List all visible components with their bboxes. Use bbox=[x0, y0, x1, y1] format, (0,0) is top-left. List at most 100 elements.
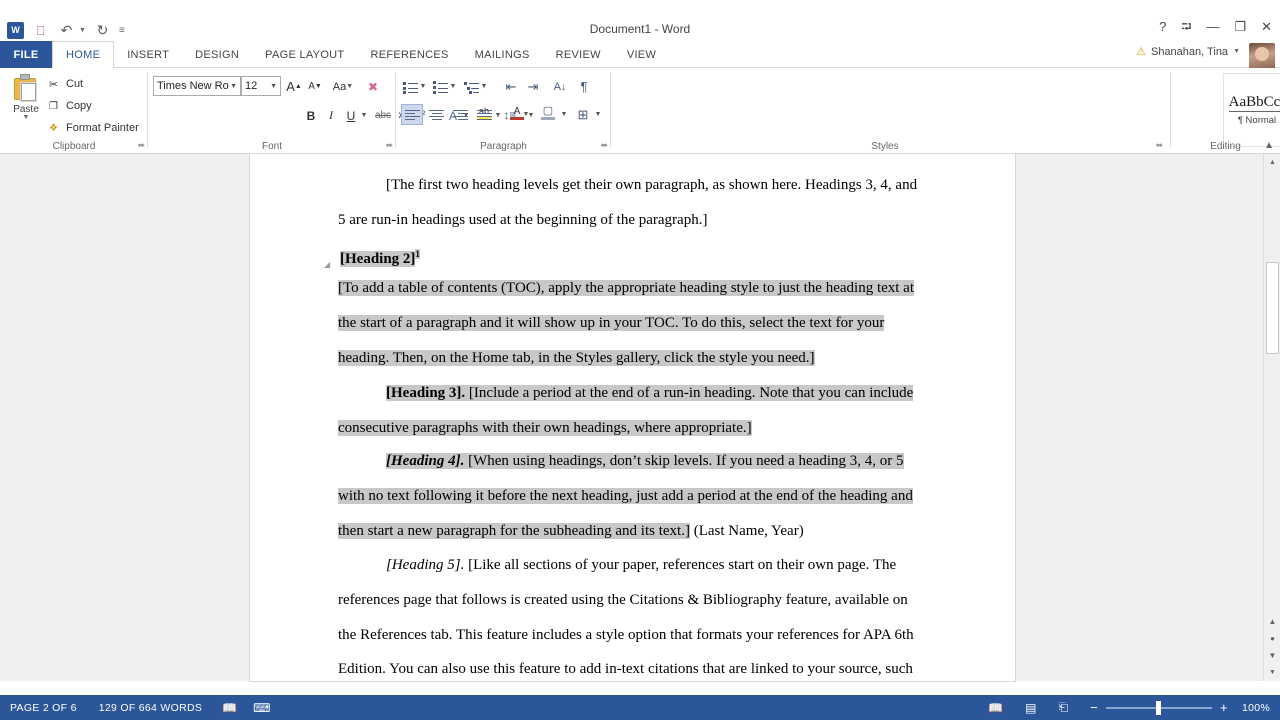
tab-view[interactable]: VIEW bbox=[614, 41, 669, 68]
borders-button[interactable]: ⊞ bbox=[573, 104, 593, 125]
user-account-chip[interactable]: ⚠ Shanahan, Tina ▼ bbox=[1136, 45, 1240, 59]
language-indicator-icon[interactable]: ⌨ bbox=[253, 701, 270, 715]
tab-file[interactable]: FILE bbox=[0, 41, 52, 68]
zoom-thumb[interactable] bbox=[1156, 700, 1162, 715]
font-name-caret-icon[interactable]: ▼ bbox=[230, 83, 237, 90]
clipboard-dialog-launcher-icon[interactable]: ⬌ bbox=[137, 140, 145, 151]
show-formatting-marks-button[interactable]: ¶ bbox=[574, 76, 594, 97]
strikethrough-button[interactable]: abc bbox=[372, 105, 394, 126]
font-dialog-launcher-icon[interactable]: ⬌ bbox=[385, 140, 393, 151]
paste-button[interactable]: Paste ▼ bbox=[6, 74, 46, 130]
zoom-slider[interactable] bbox=[1106, 700, 1213, 715]
document-line[interactable]: the References tab. This feature include… bbox=[338, 618, 914, 653]
multilevel-list-button[interactable] bbox=[462, 76, 480, 97]
ribbon-display-options-button[interactable]: ⮒ bbox=[1181, 20, 1191, 33]
document-line[interactable]: [Heading 5]. [Like all sections of your … bbox=[386, 548, 896, 583]
restore-button[interactable]: ❐ bbox=[1234, 20, 1246, 33]
justify-button[interactable] bbox=[473, 104, 495, 125]
help-button[interactable]: ? bbox=[1159, 20, 1166, 33]
decrease-indent-button[interactable]: ⇤ bbox=[500, 76, 522, 97]
collapse-heading-icon[interactable]: ◢ bbox=[324, 247, 330, 282]
document-line[interactable]: Edition. You can also use this feature t… bbox=[338, 652, 913, 687]
document-line[interactable]: then start a new paragraph for the subhe… bbox=[338, 514, 804, 549]
numbering-dropdown-button[interactable]: ▼ bbox=[448, 76, 458, 97]
numbering-button[interactable] bbox=[431, 76, 449, 97]
italic-button[interactable]: I bbox=[322, 105, 340, 126]
zoom-out-button[interactable]: − bbox=[1090, 700, 1098, 715]
zoom-in-button[interactable]: + bbox=[1220, 700, 1228, 715]
bold-button[interactable]: B bbox=[302, 105, 320, 126]
read-mode-button[interactable]: 📖 bbox=[988, 701, 1003, 715]
paragraph-dialog-launcher-icon[interactable]: ⬌ bbox=[600, 140, 608, 151]
scrollbar-thumb[interactable] bbox=[1266, 262, 1279, 354]
tab-references[interactable]: REFERENCES bbox=[357, 41, 461, 68]
document-line[interactable]: heading. Then, on the Home tab, in the S… bbox=[338, 341, 815, 376]
document-line[interactable]: [Heading 3]. [Include a period at the en… bbox=[386, 376, 914, 411]
document-line[interactable]: with no text following it before the nex… bbox=[338, 479, 913, 514]
shading-button[interactable]: ▢ bbox=[538, 101, 558, 122]
font-size-combobox[interactable]: 12 ▼ bbox=[241, 76, 281, 96]
document-line[interactable]: 5 are run-in headings used at the beginn… bbox=[338, 203, 707, 238]
word-count-indicator[interactable]: 129 OF 664 WORDS bbox=[99, 702, 202, 714]
document-line[interactable]: [To add a table of contents (TOC), apply… bbox=[338, 271, 915, 306]
next-page-button[interactable]: ▼ bbox=[1264, 647, 1280, 664]
align-center-button[interactable] bbox=[425, 104, 447, 125]
user-dropdown-caret-icon[interactable]: ▼ bbox=[1233, 48, 1240, 55]
clear-formatting-button[interactable]: ✖ bbox=[363, 76, 383, 97]
minimize-button[interactable]: — bbox=[1206, 20, 1219, 33]
page-indicator[interactable]: PAGE 2 OF 6 bbox=[10, 702, 77, 714]
proofing-status-icon[interactable]: 📖 bbox=[222, 701, 237, 715]
close-button[interactable]: ✕ bbox=[1261, 20, 1272, 33]
chevron-down-icon: ▼ bbox=[1269, 669, 1276, 676]
tab-home[interactable]: HOME bbox=[52, 41, 115, 68]
document-line[interactable]: [Heading 4]. [When using headings, don’t… bbox=[386, 444, 904, 479]
tab-design[interactable]: DESIGN bbox=[182, 41, 252, 68]
chevron-down-icon: ▼ bbox=[560, 111, 568, 118]
format-painter-button[interactable]: ❖ Format Painter bbox=[46, 121, 139, 135]
underline-dropdown-button[interactable]: ▼ bbox=[359, 105, 369, 126]
shading-dropdown-button[interactable]: ▼ bbox=[559, 104, 569, 125]
bullets-button[interactable] bbox=[401, 76, 419, 97]
font-size-caret-icon[interactable]: ▼ bbox=[270, 83, 277, 90]
tab-label: VIEW bbox=[626, 48, 657, 61]
document-line[interactable]: consecutive paragraphs with their own he… bbox=[338, 411, 752, 446]
vertical-scrollbar[interactable]: ▲ ▲ ● ▼ ▼ bbox=[1263, 154, 1280, 681]
avatar[interactable] bbox=[1249, 43, 1275, 69]
scroll-up-button[interactable]: ▲ bbox=[1264, 154, 1280, 171]
tab-review[interactable]: REVIEW bbox=[543, 41, 614, 68]
scroll-down-button[interactable]: ▼ bbox=[1264, 664, 1280, 681]
select-browse-object-button[interactable]: ● bbox=[1264, 630, 1280, 647]
tab-page-layout[interactable]: PAGE LAYOUT bbox=[252, 41, 357, 68]
document-page[interactable]: [The first two heading levels get their … bbox=[250, 154, 1015, 681]
underline-button[interactable]: U bbox=[342, 105, 360, 126]
grow-font-button[interactable]: A ▲ bbox=[284, 76, 304, 97]
copy-button[interactable]: ❐ Copy bbox=[46, 99, 92, 113]
document-canvas[interactable]: [The first two heading levels get their … bbox=[0, 154, 1263, 681]
line-spacing-button[interactable]: ↕≡ bbox=[500, 104, 520, 125]
document-line[interactable]: [The first two heading levels get their … bbox=[386, 168, 917, 203]
increase-indent-button[interactable]: ⇥ bbox=[522, 76, 544, 97]
align-right-button[interactable] bbox=[449, 104, 471, 125]
line-spacing-dropdown-button[interactable]: ▼ bbox=[521, 104, 531, 125]
font-name-combobox[interactable]: Times New Ro ▼ bbox=[153, 76, 241, 96]
document-line[interactable]: the start of a paragraph and it will sho… bbox=[338, 306, 885, 341]
align-left-button[interactable] bbox=[401, 104, 423, 125]
tab-insert[interactable]: INSERT bbox=[114, 41, 182, 68]
print-layout-button[interactable]: ▤ bbox=[1025, 701, 1036, 715]
change-case-button[interactable]: Aa ▼ bbox=[330, 76, 356, 97]
cut-button[interactable]: ✂ Cut bbox=[46, 77, 83, 91]
styles-dialog-launcher-icon[interactable]: ⬌ bbox=[1155, 140, 1163, 151]
document-line[interactable]: references page that follows is created … bbox=[338, 583, 908, 618]
paste-dropdown-caret-icon[interactable]: ▼ bbox=[23, 114, 30, 121]
tab-mailings[interactable]: MAILINGS bbox=[462, 41, 543, 68]
sort-button[interactable]: A↓ bbox=[550, 76, 570, 97]
borders-dropdown-button[interactable]: ▼ bbox=[593, 104, 603, 125]
previous-page-button[interactable]: ▲ bbox=[1264, 613, 1280, 630]
web-layout-button[interactable]: ⎗ bbox=[1059, 700, 1069, 715]
zoom-level-label[interactable]: 100% bbox=[1242, 702, 1270, 714]
bullets-dropdown-button[interactable]: ▼ bbox=[418, 76, 428, 97]
tab-label: INSERT bbox=[127, 48, 170, 61]
multilevel-dropdown-button[interactable]: ▼ bbox=[479, 76, 489, 97]
shrink-font-button[interactable]: A ▼ bbox=[305, 76, 325, 97]
collapse-ribbon-button[interactable]: ▲ bbox=[1264, 140, 1274, 151]
